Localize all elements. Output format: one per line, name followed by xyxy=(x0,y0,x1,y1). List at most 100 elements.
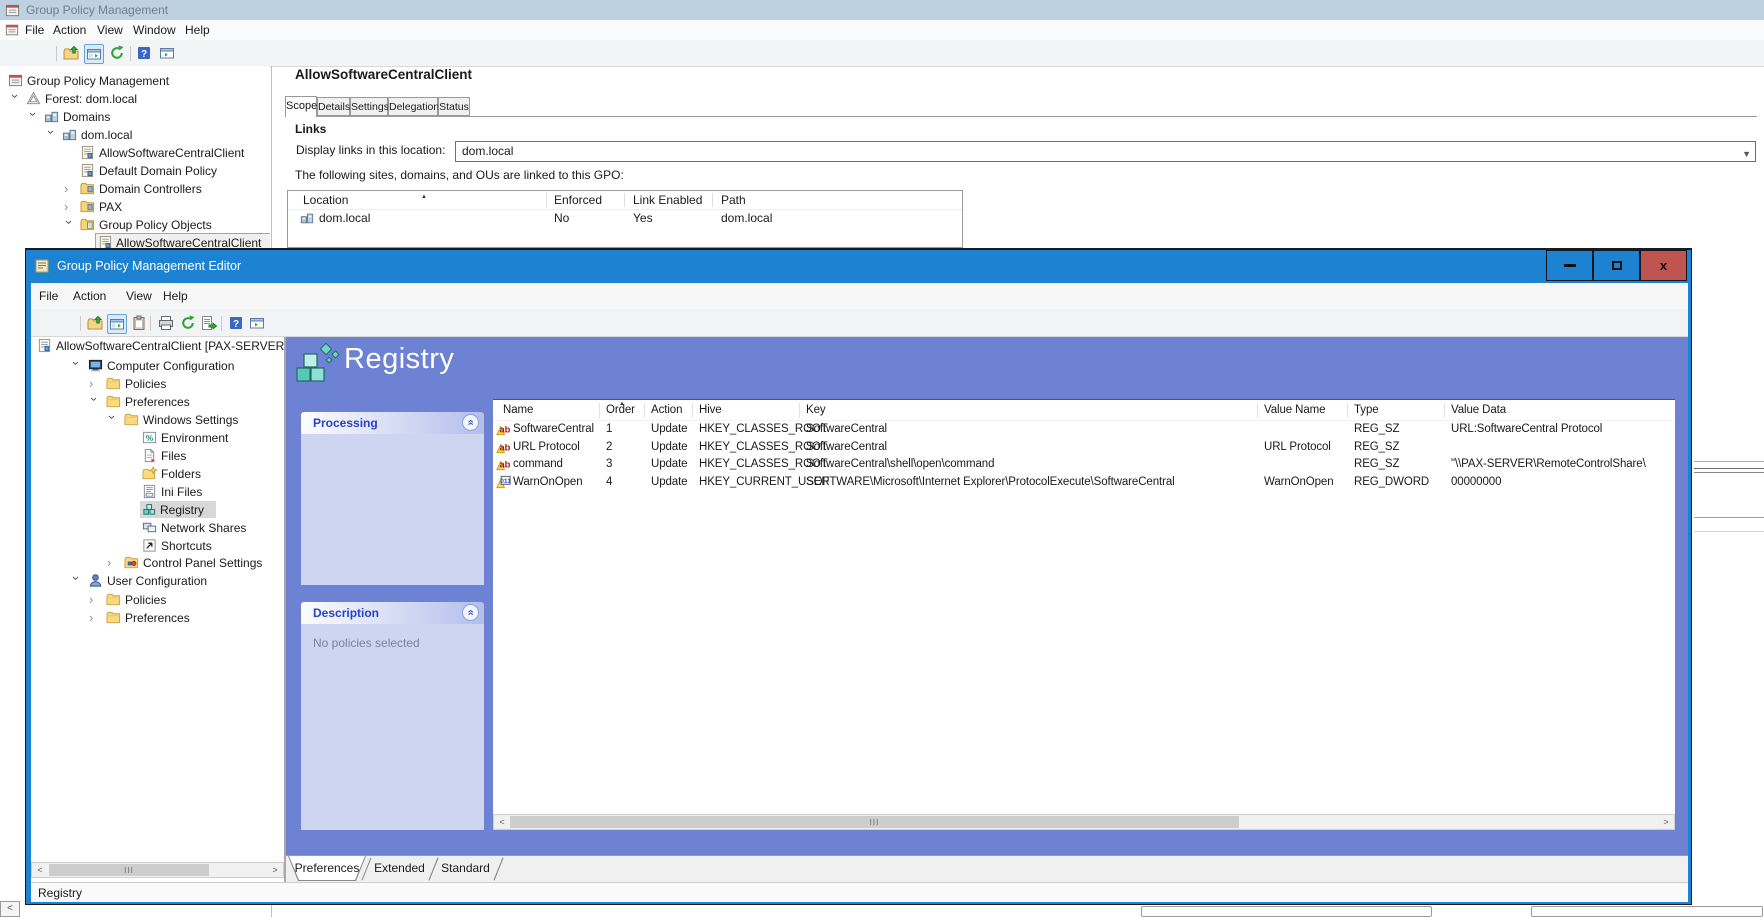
forward-arrow-icon[interactable] xyxy=(59,314,77,332)
gpmc-tree-item-group-policy-objects[interactable]: ›Group Policy Objects xyxy=(0,216,270,234)
scroll-thumb[interactable]: III xyxy=(49,864,209,876)
gpmc-tree-item-dom-local[interactable]: ›dom.local xyxy=(0,126,270,144)
editor-tree-item-policies[interactable]: ›Policies xyxy=(31,375,284,393)
gpmc-tree-item-allowsoftwarecentralclient[interactable]: AllowSoftwareCentralClient xyxy=(0,234,270,248)
minimize-button[interactable] xyxy=(1546,250,1593,281)
table-row[interactable]: abSoftwareCentral1UpdateHKEY_CLASSES_ROO… xyxy=(493,421,1675,438)
column-header-type[interactable]: Type xyxy=(1354,403,1379,418)
column-header-location[interactable]: Location xyxy=(303,193,348,207)
gpmc-tree-item-domain-controllers[interactable]: ›Domain Controllers xyxy=(0,180,270,198)
chevron-collapsed-icon[interactable]: › xyxy=(89,613,99,623)
editor-console-tree[interactable]: AllowSoftwareCentralClient [PAX-SERVER. ›… xyxy=(31,337,284,882)
chevron-collapsed-icon[interactable]: › xyxy=(64,184,74,194)
column-header-value-name[interactable]: Value Name xyxy=(1264,403,1325,418)
up-one-level-icon[interactable] xyxy=(62,44,80,62)
bottom-tab-extended[interactable]: Extended xyxy=(366,856,433,881)
scroll-left-button[interactable]: < xyxy=(32,863,48,877)
gpmc-title-bar[interactable]: Group Policy Management xyxy=(0,0,1764,20)
gpmc-menu-help[interactable]: Help xyxy=(185,23,210,38)
gpmc-tree-item-default-domain-policy[interactable]: Default Domain Policy xyxy=(0,162,270,180)
tab-settings[interactable]: Settings xyxy=(350,97,388,116)
tree-horizontal-scrollbar[interactable]: < > III xyxy=(31,862,284,878)
column-header-path[interactable]: Path xyxy=(721,193,746,207)
chevron-expanded-icon[interactable]: › xyxy=(10,94,20,104)
table-row[interactable]: dom.localNoYesdom.local xyxy=(288,210,962,227)
show-console-tree-icon[interactable] xyxy=(84,44,104,64)
chevron-collapsed-icon[interactable]: › xyxy=(89,595,99,605)
editor-tree-item-preferences[interactable]: ›Preferences xyxy=(31,609,284,627)
editor-menu-file[interactable]: File xyxy=(39,289,58,304)
editor-tree-item-environment[interactable]: %Environment xyxy=(31,429,284,447)
chevron-expanded-icon[interactable]: › xyxy=(89,397,99,407)
collapse-chevron-icon[interactable]: « xyxy=(462,414,479,431)
back-arrow-icon[interactable] xyxy=(37,314,55,332)
editor-title-bar[interactable]: Group Policy Management Editor xyxy=(26,250,1691,281)
editor-tree-item-preferences[interactable]: ›Preferences xyxy=(31,393,284,411)
up-one-level-icon[interactable] xyxy=(86,314,104,332)
scroll-left-button[interactable]: < xyxy=(0,901,20,917)
tab-scope[interactable]: Scope xyxy=(285,96,317,117)
scroll-thumb[interactable]: III xyxy=(510,816,1239,828)
chevron-expanded-icon[interactable]: › xyxy=(71,361,81,371)
table-row[interactable]: 011WarnOnOpen4UpdateHKEY_CURRENT_USERSOF… xyxy=(493,474,1675,491)
gpmc-tree-item-allowsoftwarecentralclient[interactable]: AllowSoftwareCentralClient xyxy=(0,144,270,162)
close-button[interactable]: x xyxy=(1640,250,1687,281)
editor-menu-help[interactable]: Help xyxy=(163,289,188,304)
new-window-icon[interactable] xyxy=(158,44,176,62)
chevron-expanded-icon[interactable]: › xyxy=(28,112,38,122)
registry-items-table[interactable]: NameOrderActionHiveKeyValue NameTypeValu… xyxy=(493,399,1675,814)
back-arrow-icon[interactable] xyxy=(10,44,28,62)
editor-tree-item-control-panel-settings[interactable]: ›Control Panel Settings xyxy=(31,554,284,572)
show-console-tree-icon[interactable] xyxy=(107,314,127,334)
gpmc-console-tree[interactable]: Group Policy Management›Forest: dom.loca… xyxy=(0,66,270,248)
gpmc-tree-item-domains[interactable]: ›Domains xyxy=(0,108,270,126)
tab-delegation[interactable]: Delegation xyxy=(388,97,438,116)
print-icon[interactable] xyxy=(157,314,175,332)
editor-tree-item-allowsoftwarecentralclient-pax-server[interactable]: AllowSoftwareCentralClient [PAX-SERVER. xyxy=(31,337,284,355)
editor-tree-item-ini-files[interactable]: Ini Files xyxy=(31,483,284,501)
properties-window-icon[interactable] xyxy=(248,314,266,332)
editor-tree-item-windows-settings[interactable]: ›Windows Settings xyxy=(31,411,284,429)
bottom-tab-standard[interactable]: Standard xyxy=(433,856,498,881)
combo-dropdown-icon[interactable]: ▼ xyxy=(1742,145,1751,164)
column-header-enforced[interactable]: Enforced xyxy=(554,193,602,207)
clipboard-icon[interactable] xyxy=(130,314,148,332)
editor-tree-item-files[interactable]: Files xyxy=(31,447,284,465)
maximize-button[interactable] xyxy=(1593,250,1640,281)
editor-tree-item-computer-configuration[interactable]: ›Computer Configuration xyxy=(31,357,284,375)
tab-status[interactable]: Status xyxy=(438,97,470,116)
forward-arrow-icon[interactable] xyxy=(33,44,51,62)
table-row[interactable]: abcommand3UpdateHKEY_CLASSES_ROOTSoftwar… xyxy=(493,456,1675,473)
chevron-collapsed-icon[interactable]: › xyxy=(64,202,74,212)
bottom-tab-preferences[interactable]: Preferences xyxy=(288,856,366,881)
chevron-collapsed-icon[interactable]: › xyxy=(107,558,117,568)
gpmc-menu-file[interactable]: File xyxy=(25,23,44,38)
refresh-icon[interactable] xyxy=(108,44,126,62)
export-list-icon[interactable] xyxy=(200,314,218,332)
collapse-chevron-icon[interactable]: « xyxy=(462,604,479,621)
chevron-expanded-icon[interactable]: › xyxy=(64,220,74,230)
scroll-right-button[interactable]: > xyxy=(1658,815,1674,829)
editor-menu-view[interactable]: View xyxy=(126,289,152,304)
selected-tree-item[interactable]: Registry xyxy=(140,501,216,518)
editor-tree-item-policies[interactable]: ›Policies xyxy=(31,591,284,609)
scroll-right-button[interactable]: > xyxy=(267,863,283,877)
editor-menu-action[interactable]: Action xyxy=(73,289,106,304)
table-row[interactable]: abURL Protocol2UpdateHKEY_CLASSES_ROOTSo… xyxy=(493,439,1675,456)
linked-locations-table[interactable]: LocationEnforcedLink EnabledPath▲dom.loc… xyxy=(287,190,963,248)
column-header-action[interactable]: Action xyxy=(651,403,682,418)
column-header-key[interactable]: Key xyxy=(806,403,826,418)
gpmc-tree-item-group-policy-management[interactable]: Group Policy Management xyxy=(0,72,270,90)
gpmc-menu-view[interactable]: View xyxy=(97,23,123,38)
editor-tree-item-network-shares[interactable]: Network Shares xyxy=(31,519,284,537)
gpmc-menu-action[interactable]: Action xyxy=(53,23,86,38)
column-header-hive[interactable]: Hive xyxy=(699,403,722,418)
column-header-value-data[interactable]: Value Data xyxy=(1451,403,1506,418)
location-combobox[interactable]: dom.local ▼ xyxy=(455,141,1756,162)
tab-details[interactable]: Details xyxy=(317,97,350,116)
gpmc-tree-item-pax[interactable]: ›PAX xyxy=(0,198,270,216)
gpmc-tree-item-forest-dom-local[interactable]: ›Forest: dom.local xyxy=(0,90,270,108)
help-icon[interactable]: ? xyxy=(135,44,153,62)
chevron-collapsed-icon[interactable]: › xyxy=(89,379,99,389)
column-header-link-enabled[interactable]: Link Enabled xyxy=(633,193,702,207)
